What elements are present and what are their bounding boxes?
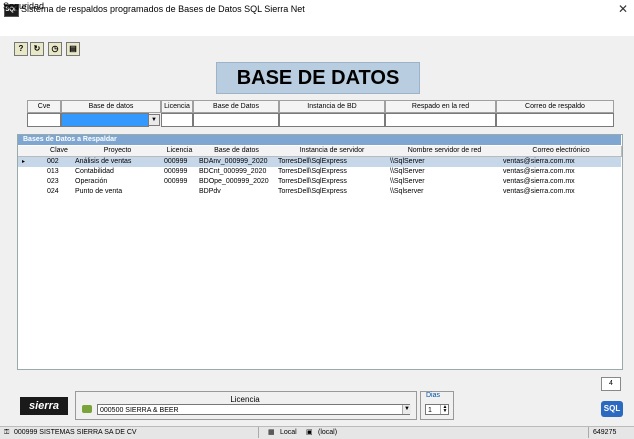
table-cell-proyecto[interactable]: Punto de venta — [73, 187, 162, 197]
table-cell-instancia[interactable]: TorresDell\SqlExpress — [276, 187, 388, 197]
sierra-logo: sierra — [20, 397, 68, 415]
table-cell-servidor[interactable]: \\SqlServer — [388, 177, 501, 187]
timer-icon[interactable]: ◷ — [48, 42, 62, 56]
key-icon: ⚿ — [4, 429, 10, 436]
table-cell-clave[interactable]: 013 — [45, 167, 73, 177]
grid-caption: Bases de Datos a Respaldar — [18, 135, 621, 145]
table-cell-licencia[interactable]: 000999 — [162, 157, 197, 167]
menu-bar — [0, 22, 634, 36]
table-cell-clave[interactable]: 023 — [45, 177, 73, 187]
table-cell-proyecto[interactable]: Contabilidad — [73, 167, 162, 177]
menu-item-seguridad[interactable]: Seguridad — [3, 1, 44, 11]
filter-header-base: Base de datos — [61, 100, 161, 113]
grid-header-clave[interactable]: Clave — [45, 146, 74, 157]
grid-header-licencia[interactable]: Licencia — [162, 146, 198, 157]
filter-cve-input[interactable] — [27, 113, 61, 127]
status-company: 000999 SISTEMAS SIERRA SA DE CV — [14, 429, 137, 436]
table-cell-instancia[interactable]: TorresDell\SqlExpress — [276, 157, 388, 167]
table-cell-bd[interactable]: BDPdv — [197, 187, 276, 197]
status-separator — [258, 427, 259, 438]
status-code: 649275 — [593, 429, 617, 436]
table-cell-correo[interactable]: ventas@sierra.com.mx — [501, 167, 621, 177]
filter-header-red: Respado en la red — [385, 100, 496, 113]
filter-header-bd: Base de Datos — [193, 100, 279, 113]
table-cell-bd[interactable]: BDAnv_000999_2020 — [197, 157, 276, 167]
table-cell-servidor[interactable]: \\SqlServer — [388, 157, 501, 167]
chevron-down-icon[interactable]: ▼ — [148, 114, 160, 126]
server-icon: ▣ — [306, 429, 313, 436]
table-cell-correo[interactable]: ventas@sierra.com.mx — [501, 177, 621, 187]
status-mode: Local — [280, 429, 297, 436]
table-cell-instancia[interactable]: TorresDell\SqlExpress — [276, 177, 388, 187]
status-server: (local) — [318, 429, 338, 436]
refresh-icon[interactable]: ↻ — [30, 42, 44, 56]
grid-header-servidor[interactable]: Nombre servidor de red — [388, 146, 502, 157]
card-icon[interactable]: ▤ — [66, 42, 80, 56]
table-cell-clave[interactable]: 024 — [45, 187, 73, 197]
spin-arrows-icon[interactable]: ▲ ▼ — [440, 405, 449, 414]
record-count: 4 — [601, 377, 621, 391]
table-cell-licencia[interactable]: 000999 — [162, 177, 197, 187]
filter-header-cve: Cve — [27, 100, 61, 113]
table-cell-licencia[interactable] — [162, 187, 197, 197]
row-indicator-icon: ▸ — [22, 159, 26, 165]
table-cell-servidor[interactable]: \\Sqlserver — [388, 187, 501, 197]
table-cell-licencia[interactable]: 000999 — [162, 167, 197, 177]
chevron-down-icon[interactable]: ▼ — [402, 405, 411, 414]
network-icon: ▦ — [268, 429, 275, 436]
grid-header-bd[interactable]: Base de datos — [197, 146, 277, 157]
filter-licencia-input[interactable] — [161, 113, 193, 127]
table-cell-proyecto[interactable]: Operación — [73, 177, 162, 187]
page-title: BASE DE DATOS — [216, 62, 420, 94]
help-pointer-icon[interactable]: ? — [14, 42, 28, 56]
filter-base-combo[interactable] — [61, 113, 149, 127]
days-label: Dias — [426, 392, 441, 399]
table-cell-bd[interactable]: BDCnt_000999_2020 — [197, 167, 276, 177]
grid-header-proyecto[interactable]: Proyecto — [73, 146, 163, 157]
window-title: Sistema de respaldos programados de Base… — [21, 4, 305, 14]
status-separator — [588, 427, 589, 438]
table-cell-correo[interactable]: ventas@sierra.com.mx — [501, 187, 621, 197]
filter-instancia-input[interactable] — [279, 113, 385, 127]
table-cell-bd[interactable]: BDOpe_000999_2020 — [197, 177, 276, 187]
table-cell-proyecto[interactable]: Análisis de ventas — [73, 157, 162, 167]
filter-header-licencia: Licencia — [161, 100, 193, 113]
table-cell-servidor[interactable]: \\SqlServer — [388, 167, 501, 177]
filter-bd-input[interactable] — [193, 113, 279, 127]
filter-red-input[interactable] — [385, 113, 496, 127]
key-icon — [82, 405, 92, 413]
license-combo[interactable]: 000500 SIERRA & BEER — [97, 404, 410, 415]
filter-correo-input[interactable] — [496, 113, 614, 127]
table-cell-correo[interactable]: ventas@sierra.com.mx — [501, 157, 621, 167]
table-cell-clave[interactable]: 002 — [45, 157, 73, 167]
close-icon[interactable]: ✕ — [618, 2, 628, 16]
table-cell-instancia[interactable]: TorresDell\SqlExpress — [276, 167, 388, 177]
filter-header-correo: Correo de respaldo — [496, 100, 614, 113]
grid-header-instancia[interactable]: Instancia de servidor — [276, 146, 389, 157]
sql-logo: SQL — [601, 401, 623, 417]
filter-header-instancia: Instancia de BD — [279, 100, 385, 113]
grid-header-indicator — [18, 146, 46, 157]
grid-header-correo[interactable]: Correo electrónico — [501, 146, 622, 157]
license-label: Licencia — [230, 395, 260, 404]
